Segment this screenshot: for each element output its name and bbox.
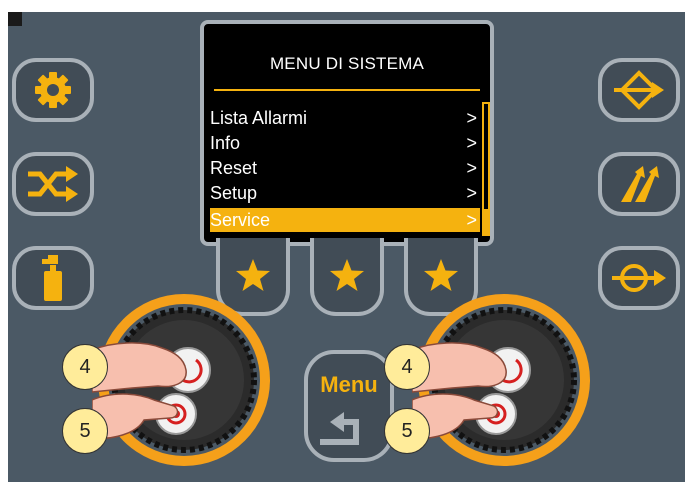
menu-item-label: Reset	[210, 158, 258, 178]
menu-item-label: Setup	[210, 183, 258, 203]
shuffle-button[interactable]	[12, 152, 94, 216]
menu-item-service[interactable]: Service >	[210, 208, 480, 232]
diamond-arrow-icon	[614, 70, 664, 110]
chevron-right-icon: >	[466, 210, 477, 230]
shuffle-arrows-icon	[28, 166, 78, 202]
loop-arrow-icon	[612, 264, 666, 292]
spray-button[interactable]	[12, 246, 94, 310]
menu-item-label: Info	[210, 133, 241, 153]
left-encoder-knob[interactable]	[92, 288, 274, 472]
menu-key-label: Menu	[320, 372, 378, 397]
chevron-right-icon: >	[466, 133, 477, 153]
step-badge: 4	[62, 344, 108, 390]
right-encoder-knob[interactable]	[412, 288, 594, 472]
step-badge: 5	[384, 408, 430, 454]
gear-icon	[35, 72, 71, 108]
soft-key-2[interactable]	[310, 238, 384, 316]
menu-back-key[interactable]	[304, 350, 394, 462]
menu-item-reset[interactable]: Reset >	[210, 156, 480, 180]
step-badge: 5	[62, 408, 108, 454]
chevron-right-icon: >	[466, 108, 477, 128]
double-slash-button[interactable]	[598, 152, 680, 216]
star-icon	[236, 259, 270, 291]
menu-item-lista-allarmi[interactable]: Lista Allarmi >	[210, 106, 480, 130]
menu-item-setup[interactable]: Setup >	[210, 181, 480, 205]
scrollbar-thumb[interactable]	[482, 209, 490, 236]
double-slash-arrows-icon	[621, 166, 659, 202]
title-divider	[214, 89, 480, 91]
menu-item-label: Service	[210, 210, 271, 230]
chevron-right-icon: >	[466, 158, 477, 178]
spray-can-icon	[42, 255, 62, 301]
gear-button[interactable]	[12, 58, 94, 122]
star-icon	[424, 259, 458, 291]
chevron-right-icon: >	[466, 183, 477, 203]
step-badge: 4	[384, 344, 430, 390]
display-title: MENU DI SISTEMA	[269, 54, 425, 73]
menu-item-info[interactable]: Info >	[210, 131, 480, 155]
menu-item-label: Lista Allarmi	[210, 108, 308, 128]
star-icon	[330, 259, 364, 291]
lcd-display: MENU DI SISTEMA Lista Allarmi > Info > R…	[200, 20, 494, 246]
loop-arrow-button[interactable]	[598, 246, 680, 310]
diamond-arrow-button[interactable]	[598, 58, 680, 122]
panel-corner-mark	[8, 12, 22, 26]
